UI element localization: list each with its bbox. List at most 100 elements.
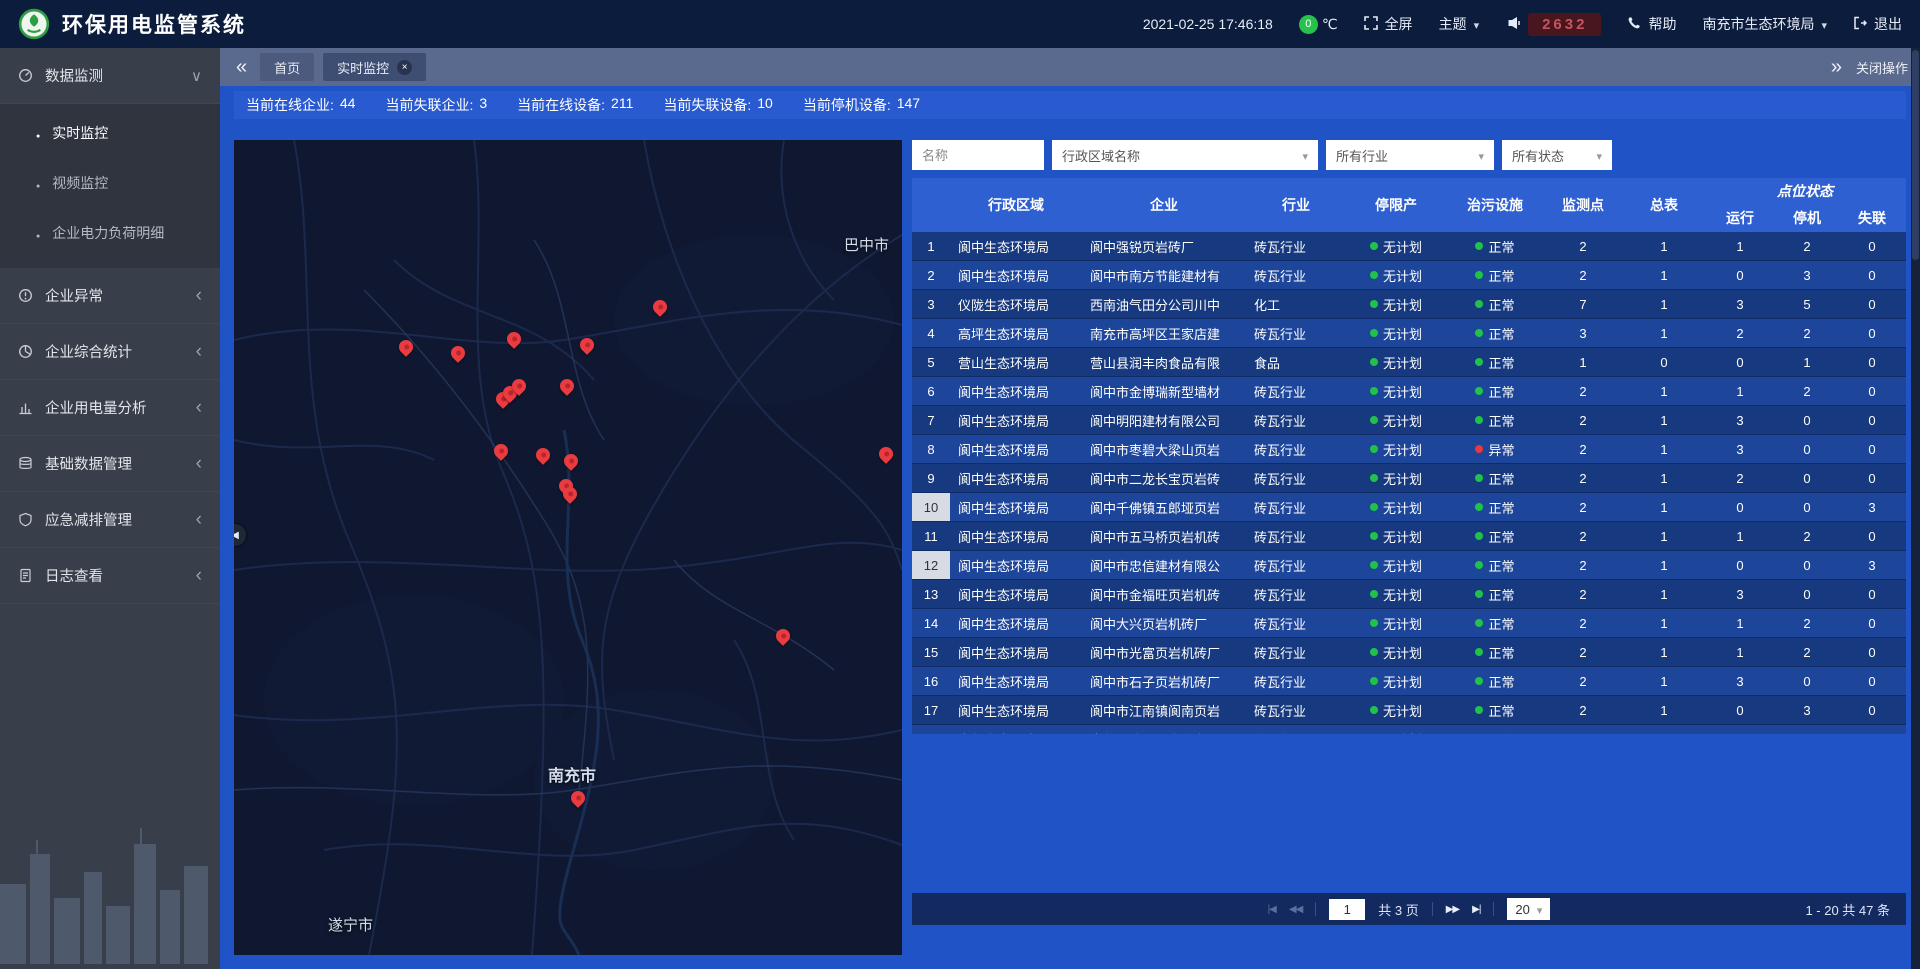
close-operations-button[interactable]: 关闭操作 — [1856, 58, 1908, 77]
cell-no: 12 — [912, 551, 950, 579]
scrollbar[interactable] — [1911, 48, 1920, 969]
cell-region: 阆中生态环境局 — [950, 435, 1082, 463]
cell-industry: 砖瓦行业 — [1246, 638, 1346, 666]
table-row[interactable]: 18南部生态环境局南部县建兴页岩砖有限砖瓦行业无计划正常21030 — [912, 725, 1906, 734]
status-dot-icon — [1370, 271, 1378, 279]
cell-region: 阆中生态环境局 — [950, 580, 1082, 608]
table-row[interactable]: 6阆中生态环境局阆中市金博瑞新型墙材砖瓦行业无计划正常21120 — [912, 377, 1906, 406]
table-row[interactable]: 10阆中生态环境局阆中千佛镇五郎垭页岩砖瓦行业无计划正常21003 — [912, 493, 1906, 522]
table-body: 1阆中生态环境局阆中强锐页岩砖厂砖瓦行业无计划正常211202阆中生态环境局阆中… — [912, 232, 1906, 734]
table-row[interactable]: 3仪陇生态环境局西南油气田分公司川中化工无计划正常71350 — [912, 290, 1906, 319]
next-page-button[interactable] — [1446, 904, 1459, 915]
cell-offline: 0 — [1840, 290, 1904, 318]
sidebar-item-realtime-monitor[interactable]: 实时监控 — [0, 108, 220, 158]
cell-limit_production: 无计划 — [1346, 377, 1446, 405]
chevron-left-icon — [196, 397, 202, 419]
table-row[interactable]: 17阆中生态环境局阆中市江南镇阆南页岩砖瓦行业无计划正常21030 — [912, 696, 1906, 725]
sidebar-group-emergency-reduction[interactable]: 应急减排管理 — [0, 492, 220, 548]
table-row[interactable]: 2阆中生态环境局阆中市南方节能建材有砖瓦行业无计划正常21030 — [912, 261, 1906, 290]
cell-offline: 3 — [1840, 551, 1904, 579]
last-page-button[interactable] — [1472, 904, 1480, 915]
map-panel[interactable]: 巴中市 南充市 遂宁市 — [234, 140, 902, 955]
cell-facility: 正常 — [1446, 493, 1544, 521]
cell-limit_production: 无计划 — [1346, 319, 1446, 347]
table-row[interactable]: 8阆中生态环境局阆中市枣碧大梁山页岩砖瓦行业无计划异常21300 — [912, 435, 1906, 464]
table-row[interactable]: 4高坪生态环境局南充市高坪区王家店建砖瓦行业无计划正常31220 — [912, 319, 1906, 348]
chevron-down-icon — [1821, 16, 1827, 32]
industry-select[interactable]: 所有行业 — [1326, 140, 1494, 170]
org-dropdown[interactable]: 南充市生态环境局 — [1702, 14, 1827, 34]
sidebar-group-power-analysis[interactable]: 企业用电量分析 — [0, 380, 220, 436]
status-dot-icon — [1370, 532, 1378, 540]
sidebar-item-power-load-detail[interactable]: 企业电力负荷明细 — [0, 208, 220, 258]
cell-region: 阆中生态环境局 — [950, 464, 1082, 492]
cell-monitor_points: 2 — [1544, 667, 1622, 695]
tab-realtime-monitor[interactable]: 实时监控 — [323, 53, 426, 81]
stat-online-devices: 当前在线设备:211 — [517, 95, 633, 115]
cell-company: 阆中市南方节能建材有 — [1082, 261, 1246, 289]
scrollbar-thumb[interactable] — [1912, 50, 1919, 260]
page-number-input[interactable] — [1329, 899, 1365, 920]
table-row[interactable]: 13阆中生态环境局阆中市金福旺页岩机砖砖瓦行业无计划正常21300 — [912, 580, 1906, 609]
cell-monitor_points: 2 — [1544, 580, 1622, 608]
table-row[interactable]: 15阆中生态环境局阆中市光富页岩机砖厂砖瓦行业无计划正常21120 — [912, 638, 1906, 667]
cell-meters: 1 — [1622, 319, 1706, 347]
cell-limit_production: 无计划 — [1346, 580, 1446, 608]
theme-dropdown[interactable]: 主题 — [1439, 14, 1480, 34]
region-select[interactable]: 行政区域名称 — [1052, 140, 1318, 170]
status-dot-icon — [1370, 590, 1378, 598]
sidebar-group-data-monitor[interactable]: 数据监测 — [0, 48, 220, 104]
table-row[interactable]: 16阆中生态环境局阆中市石子页岩机砖厂砖瓦行业无计划正常21300 — [912, 667, 1906, 696]
table-row[interactable]: 12阆中生态环境局阆中市忠信建材有限公砖瓦行业无计划正常21003 — [912, 551, 1906, 580]
sidebar-group-log-view[interactable]: 日志查看 — [0, 548, 220, 604]
cell-monitor_points: 2 — [1544, 725, 1622, 734]
cell-company: 阆中市石子页岩机砖厂 — [1082, 667, 1246, 695]
table-row[interactable]: 11阆中生态环境局阆中市五马桥页岩机砖砖瓦行业无计划正常21120 — [912, 522, 1906, 551]
notification-area[interactable]: 2632 — [1505, 13, 1601, 36]
cell-stopped: 2 — [1774, 522, 1840, 550]
header-region: 行政区域 — [950, 178, 1082, 232]
cell-industry: 砖瓦行业 — [1246, 609, 1346, 637]
sidebar-item-video-monitor[interactable]: 视频监控 — [0, 158, 220, 208]
cell-meters: 1 — [1622, 493, 1706, 521]
cell-no: 5 — [912, 348, 950, 376]
table-row[interactable]: 7阆中生态环境局阆中明阳建材有限公司砖瓦行业无计划正常21300 — [912, 406, 1906, 435]
prev-page-button[interactable] — [1289, 904, 1302, 915]
filter-bar: 行政区域名称 所有行业 所有状态 — [912, 140, 1906, 170]
name-search-input[interactable] — [912, 140, 1044, 170]
cell-limit_production: 无计划 — [1346, 609, 1446, 637]
tabs-scroll-left-icon[interactable]: « — [232, 57, 251, 77]
sidebar-group-company-statistics[interactable]: 企业综合统计 — [0, 324, 220, 380]
tab-close-icon[interactable] — [397, 60, 412, 75]
status-dot-icon — [1370, 503, 1378, 511]
table-row[interactable]: 5营山生态环境局营山县润丰肉食品有限食品无计划正常10010 — [912, 348, 1906, 377]
logout-button[interactable]: 退出 — [1853, 14, 1902, 34]
cell-facility: 异常 — [1446, 435, 1544, 463]
fullscreen-button[interactable]: 全屏 — [1364, 14, 1413, 34]
table-row[interactable]: 9阆中生态环境局阆中市二龙长宝页岩砖砖瓦行业无计划正常21200 — [912, 464, 1906, 493]
cell-running: 0 — [1706, 261, 1774, 289]
sidebar-group-company-abnormal[interactable]: 企业异常 — [0, 268, 220, 324]
cell-region: 阆中生态环境局 — [950, 551, 1082, 579]
tabs-scroll-right-icon[interactable]: » — [1827, 57, 1846, 77]
cell-industry: 砖瓦行业 — [1246, 377, 1346, 405]
stat-offline-companies: 当前失联企业:3 — [385, 95, 487, 115]
help-button[interactable]: 帮助 — [1627, 14, 1676, 34]
app-logo-icon — [18, 8, 50, 40]
map-city-label: 巴中市 — [844, 234, 889, 255]
table-row[interactable]: 14阆中生态环境局阆中大兴页岩机砖厂砖瓦行业无计划正常21120 — [912, 609, 1906, 638]
content-row: 巴中市 南充市 遂宁市 行政区域名称 所有行业 所有状态 — [234, 140, 1906, 955]
first-page-button[interactable] — [1268, 904, 1276, 915]
cell-no: 11 — [912, 522, 950, 550]
sidebar-group-basic-data[interactable]: 基础数据管理 — [0, 436, 220, 492]
page-size-select[interactable]: 20 — [1507, 898, 1550, 920]
chevron-left-icon — [196, 565, 202, 587]
cell-company: 阆中市二龙长宝页岩砖 — [1082, 464, 1246, 492]
tab-home[interactable]: 首页 — [260, 53, 314, 81]
cell-limit_production: 无计划 — [1346, 261, 1446, 289]
cell-meters: 1 — [1622, 290, 1706, 318]
table-row[interactable]: 1阆中生态环境局阆中强锐页岩砖厂砖瓦行业无计划正常21120 — [912, 232, 1906, 261]
cell-monitor_points: 2 — [1544, 522, 1622, 550]
status-select[interactable]: 所有状态 — [1502, 140, 1612, 170]
cell-no: 16 — [912, 667, 950, 695]
